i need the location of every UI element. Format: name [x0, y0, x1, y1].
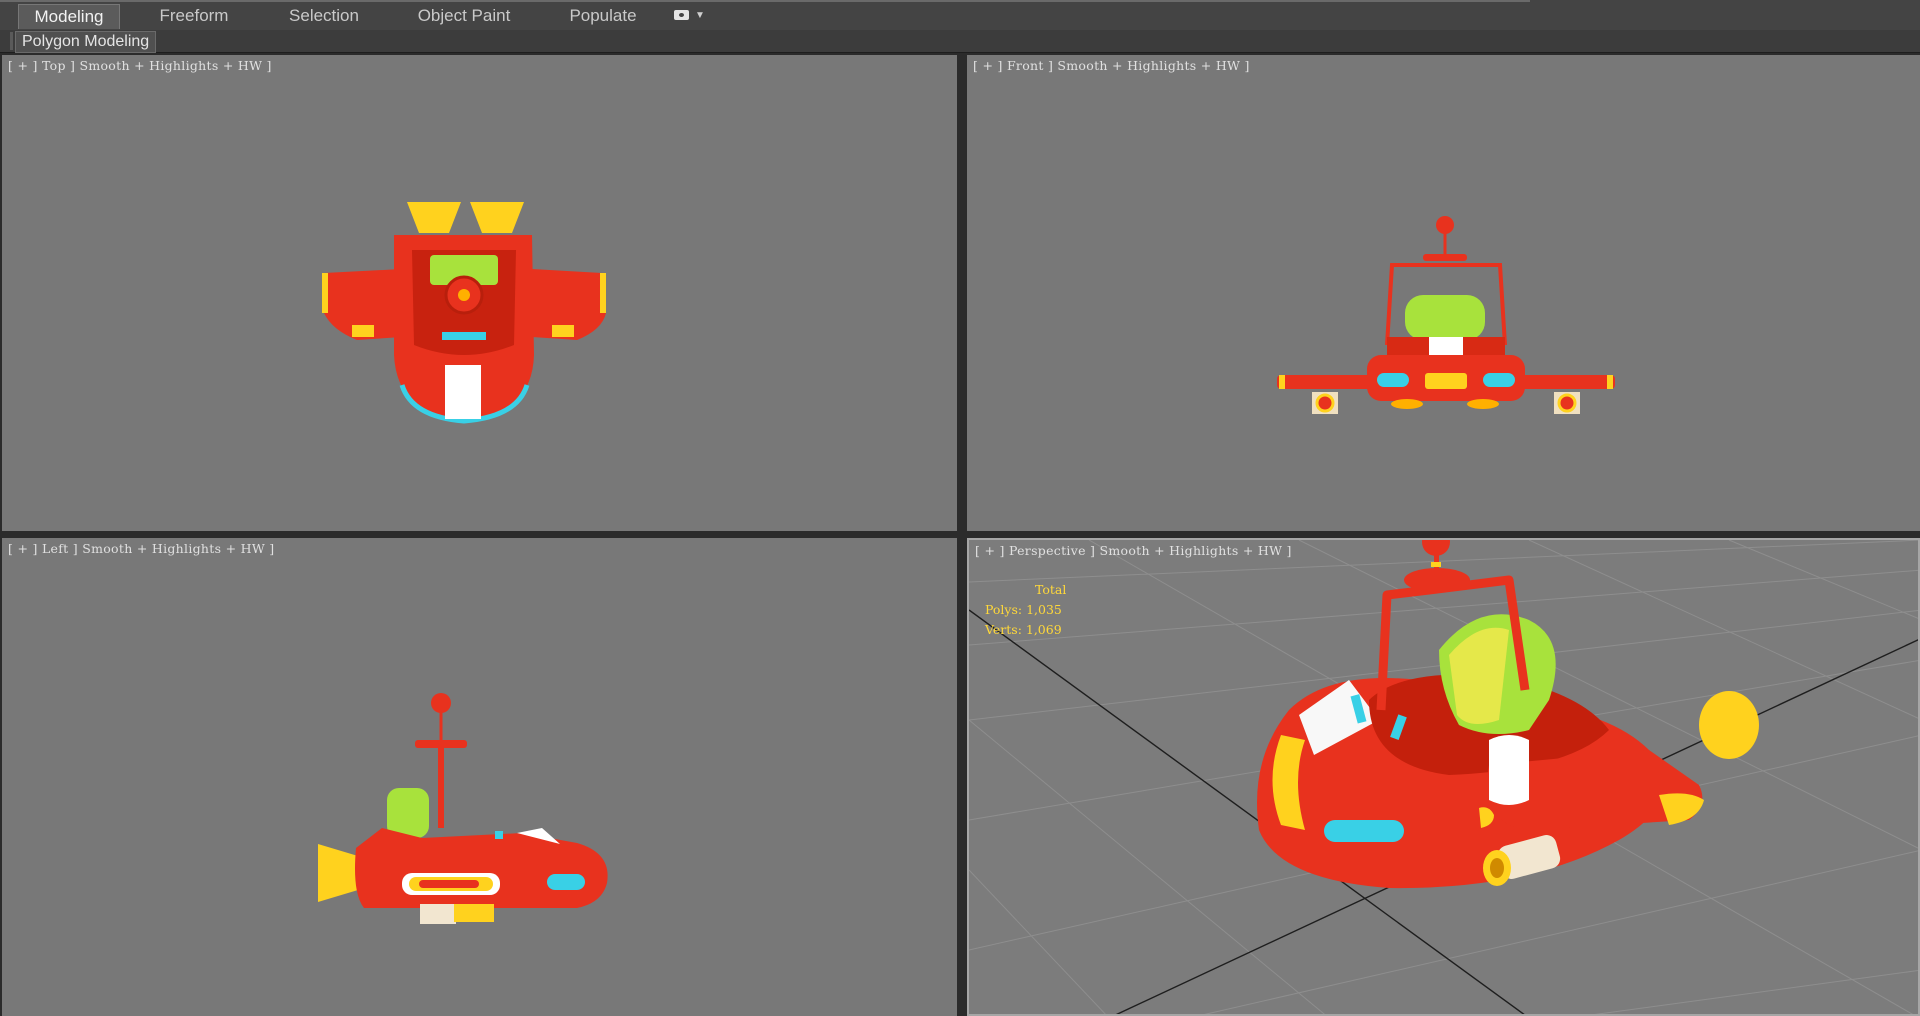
persp-antenna-collar [1431, 562, 1441, 567]
top-wing-left-tip [322, 273, 328, 313]
viewport-top[interactable]: [ + ] Top ] Smooth + Highlights + HW ] [2, 55, 957, 531]
perspective-model [1257, 540, 1759, 889]
stats-total-label: Total [1035, 582, 1067, 597]
viewport-perspective-label[interactable]: [ + ] Perspective ] Smooth + Highlights … [975, 543, 1292, 558]
ribbon-panel-bar: Polygon Modeling [0, 30, 1920, 53]
scene-statistics: Total Polys: 1,035 Verts: 1,069 [985, 580, 1066, 640]
top-controls [442, 332, 486, 340]
left-hull [355, 828, 608, 908]
viewport-front[interactable]: [ + ] Front ] Smooth + Highlights + HW ] [967, 55, 1920, 531]
left-engine [420, 904, 456, 924]
front-light-left [1377, 373, 1409, 387]
front-light-right [1483, 373, 1515, 387]
top-thruster-right [470, 202, 524, 233]
ribbon-tab-bar: Modeling Freeform Selection Object Paint… [0, 0, 1920, 31]
front-underside-left [1391, 399, 1423, 409]
persp-side-stripe [1489, 735, 1529, 805]
perspective-scene [969, 540, 1918, 1014]
front-antenna-disk [1423, 254, 1467, 261]
tab-object-paint[interactable]: Object Paint [412, 4, 516, 28]
chevron-down-icon: ▼ [695, 10, 705, 21]
front-seat [1405, 295, 1485, 340]
stats-verts: Verts: 1,069 [985, 622, 1062, 637]
left-vent-slot [419, 880, 479, 888]
front-wing-right-tip [1607, 375, 1613, 389]
viewport-top-label[interactable]: [ + ] Top ] Smooth + Highlights + HW ] [8, 58, 272, 73]
front-engine-left [1315, 393, 1335, 413]
tab-freeform[interactable]: Freeform [150, 4, 238, 28]
top-engine-left [352, 325, 374, 337]
front-view-model [1277, 216, 1615, 414]
panel-grip [10, 32, 13, 50]
viewport-front-label[interactable]: [ + ] Front ] Smooth + Highlights + HW ] [973, 58, 1250, 73]
camera-icon [674, 10, 689, 20]
left-roll-bar [438, 746, 444, 828]
front-engine-right [1557, 393, 1577, 413]
viewport-left[interactable]: [ + ] Left ] Smooth + Highlights + HW ] [2, 538, 957, 1016]
tab-populate[interactable]: Populate [562, 4, 644, 28]
front-antenna-ball [1436, 216, 1454, 234]
front-grille [1425, 373, 1467, 389]
viewport-perspective[interactable]: [ + ] Perspective ] Smooth + Highlights … [967, 538, 1920, 1016]
front-underside-right [1467, 399, 1499, 409]
stats-polys: Polys: 1,035 [985, 602, 1062, 617]
persp-front-light [1324, 820, 1404, 842]
persp-antenna-ball [1422, 540, 1450, 556]
left-view-model [318, 693, 608, 924]
front-wing-right [1515, 375, 1615, 389]
left-controls [495, 831, 503, 839]
top-thruster-left [407, 202, 461, 233]
left-rear-thruster [318, 844, 358, 902]
persp-engine-hole [1490, 858, 1504, 878]
left-antenna-ball [431, 693, 451, 713]
polygon-modeling-panel[interactable]: Polygon Modeling [15, 31, 157, 53]
persp-rear-thruster-right [1699, 691, 1759, 759]
top-hull-stripe [445, 365, 481, 419]
top-wing-right-tip [600, 273, 606, 313]
top-engine-right [552, 325, 574, 337]
front-wing-left-tip [1279, 375, 1285, 389]
top-antenna-ball [458, 289, 470, 301]
tab-modeling[interactable]: Modeling [18, 4, 120, 29]
front-wing-left [1277, 375, 1377, 389]
ribbon-options-dropdown[interactable]: ▼ [674, 8, 712, 24]
left-light [547, 874, 585, 890]
top-view-model [322, 202, 606, 424]
tab-selection[interactable]: Selection [280, 4, 368, 28]
left-engine-ring [454, 904, 494, 922]
left-seat [387, 788, 429, 838]
viewport-left-label[interactable]: [ + ] Left ] Smooth + Highlights + HW ] [8, 541, 274, 556]
ribbon-top-line [0, 0, 1530, 2]
